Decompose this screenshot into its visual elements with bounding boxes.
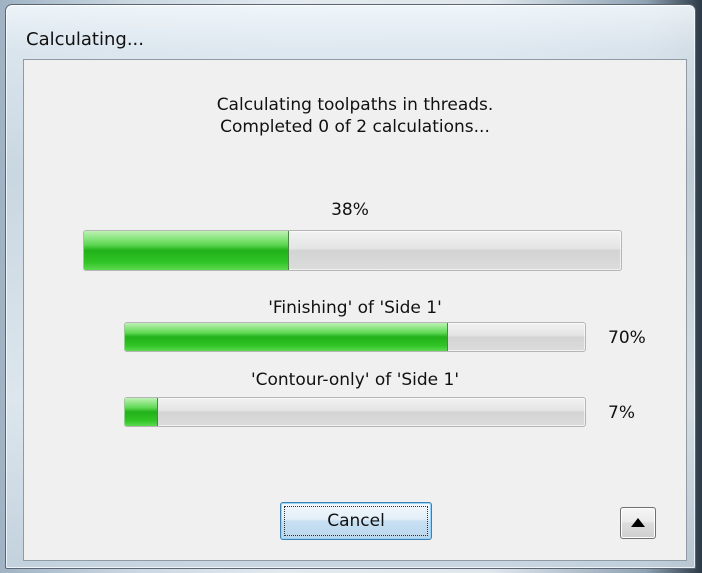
dialog-content: Calculating toolpaths in threads. Comple…: [23, 59, 687, 561]
status-message-line1: Calculating toolpaths in threads.: [216, 95, 494, 115]
thread-2-label: 'Contour-only' of 'Side 1': [250, 370, 460, 390]
progress-dialog: Calculating... Calculating toolpaths in …: [5, 4, 696, 569]
overall-progress-fill: [84, 231, 290, 270]
thread-1-percent: 70%: [608, 328, 646, 348]
thread-2-percent: 7%: [608, 403, 635, 423]
cancel-button[interactable]: Cancel: [280, 502, 432, 540]
thread-2-progress-fill: [125, 398, 159, 426]
cancel-button-label: Cancel: [327, 511, 385, 531]
window-title: Calculating...: [26, 29, 144, 50]
thread-1-label: 'Finishing' of 'Side 1': [268, 298, 442, 318]
collapse-details-button[interactable]: [620, 507, 656, 539]
triangle-up-icon: [631, 518, 645, 527]
overall-progress-bar: [83, 230, 622, 271]
status-message-line2: Completed 0 of 2 calculations...: [220, 117, 490, 137]
thread-1-progress-bar: [124, 322, 586, 352]
overall-progress-label: 38%: [331, 200, 369, 220]
thread-1-progress-fill: [125, 323, 448, 351]
thread-2-progress-bar: [124, 397, 586, 427]
